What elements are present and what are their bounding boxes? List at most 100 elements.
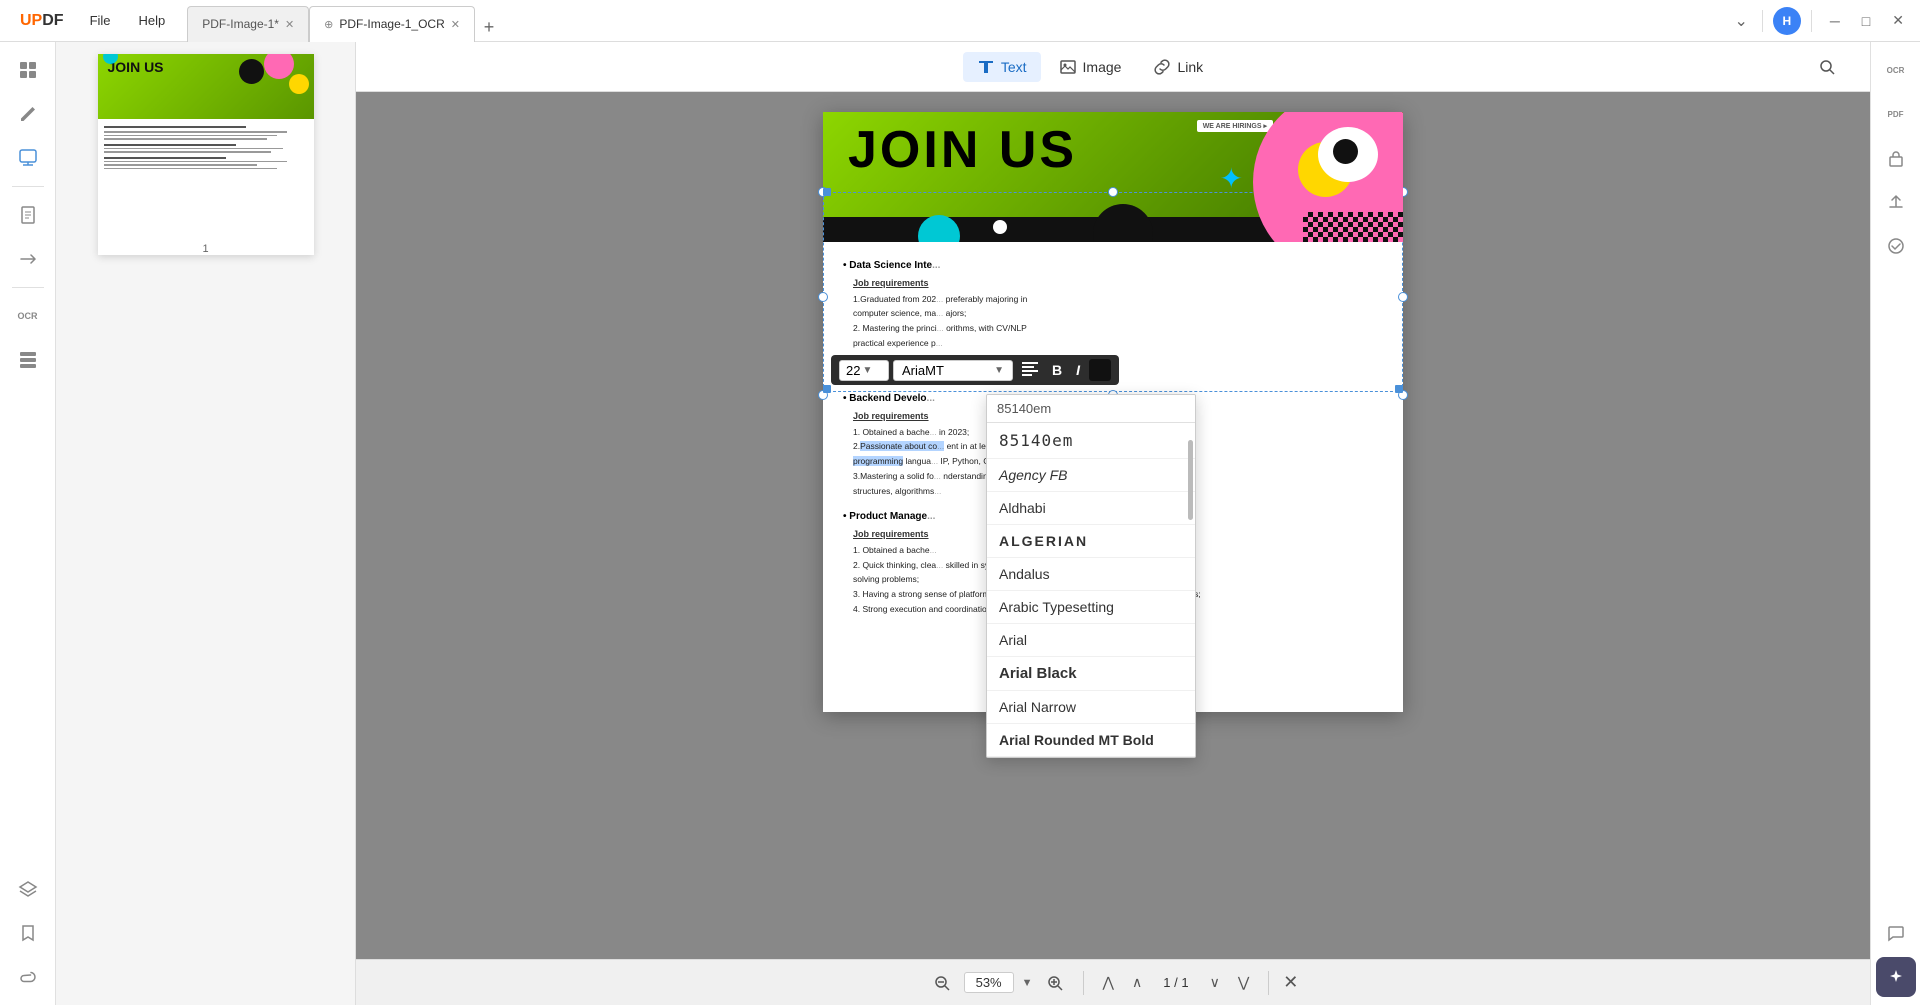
decor-star: ✦	[1220, 162, 1243, 195]
bold-button[interactable]: B	[1047, 360, 1067, 380]
right-sidebar-icon-lock[interactable]	[1876, 138, 1916, 178]
image-tool-button[interactable]: Image	[1045, 52, 1136, 82]
color-swatch[interactable]	[1089, 359, 1111, 381]
right-sidebar-icon-magic[interactable]	[1876, 957, 1916, 997]
link-tool-button[interactable]: Link	[1139, 52, 1217, 82]
app-logo[interactable]: UPDF	[8, 12, 76, 30]
resize-corner-tl[interactable]	[823, 188, 831, 196]
sidebar-icon-pages[interactable]	[8, 195, 48, 235]
image-icon	[1059, 58, 1077, 76]
align-icon	[1022, 362, 1038, 376]
font-item-algerian[interactable]: ALGERIAN	[987, 525, 1195, 558]
selected-text-2: programming	[853, 456, 903, 466]
sidebar-icon-layers[interactable]	[8, 869, 48, 909]
font-size-value: 22	[846, 363, 860, 378]
thumbnail-page-1[interactable]: JOIN US	[98, 54, 314, 255]
handle-mid-right[interactable]	[1398, 292, 1408, 302]
doc-text-ds-3: 2. Mastering the princi... orithms, with…	[853, 322, 1383, 335]
prev-page-button[interactable]: ∧	[1127, 972, 1147, 993]
tab-close-1[interactable]: ✕	[285, 18, 294, 31]
font-item-agency[interactable]: Agency FB	[987, 459, 1195, 492]
tab-close-2[interactable]: ✕	[451, 18, 460, 31]
zoom-level-display: 53%	[964, 972, 1014, 993]
page-wrapper: JOIN US WE ARE HIRINGS ▸	[823, 112, 1403, 939]
next-page-button[interactable]: ∨	[1205, 972, 1225, 993]
right-sidebar-icon-pdf[interactable]: PDF	[1876, 94, 1916, 134]
sidebar-icon-bookmark[interactable]	[8, 913, 48, 953]
search-button[interactable]	[1804, 52, 1850, 82]
resize-corner-bl[interactable]	[823, 385, 831, 393]
magic-icon	[1887, 968, 1905, 986]
page-canvas[interactable]: JOIN US WE ARE HIRINGS ▸	[356, 92, 1870, 959]
font-item-aldhabi[interactable]: Aldhabi	[987, 492, 1195, 525]
right-sidebar-icon-ocr[interactable]: OCR	[1876, 50, 1916, 90]
zoom-in-button[interactable]	[1041, 969, 1069, 997]
last-page-button[interactable]: ⋁	[1233, 972, 1254, 993]
font-search-input[interactable]	[987, 395, 1195, 423]
tab-pdf-image-1[interactable]: PDF-Image-1* ✕	[187, 6, 309, 42]
sidebar-icon-attach[interactable]	[8, 957, 48, 997]
sidebar-icon-edit[interactable]	[8, 94, 48, 134]
font-item-851[interactable]: 85140em	[987, 423, 1195, 459]
add-tab-button[interactable]: +	[475, 14, 503, 42]
menu-file[interactable]: File	[76, 0, 125, 42]
zoom-in-icon	[1047, 975, 1063, 991]
font-item-arial-rounded[interactable]: Arial Rounded MT Bold	[987, 724, 1195, 757]
first-page-button[interactable]: ⋀	[1098, 972, 1119, 993]
font-name-selector[interactable]: AriaMT ▼	[893, 360, 1013, 381]
tab-label: PDF-Image-1*	[202, 17, 279, 31]
align-button[interactable]	[1017, 360, 1043, 381]
font-size-selector[interactable]: 22 ▼	[839, 360, 889, 381]
handle-top-mid[interactable]	[1108, 187, 1118, 197]
user-avatar[interactable]: H	[1773, 7, 1801, 35]
current-page: 1	[1163, 975, 1170, 990]
sidebar-sep2	[12, 287, 44, 288]
sidebar-icon-annotate[interactable]	[8, 138, 48, 178]
font-item-arial-narrow[interactable]: Arial Narrow	[987, 691, 1195, 724]
title-bar: UPDF File Help PDF-Image-1* ✕ ⊕ PDF-Imag…	[0, 0, 1920, 42]
window-list-button[interactable]: ⌄	[1730, 7, 1751, 35]
close-button[interactable]: ✕	[1884, 8, 1912, 33]
font-name-arrow[interactable]: ▼	[994, 365, 1004, 376]
tabs-area: PDF-Image-1* ✕ ⊕ PDF-Image-1_OCR ✕ +	[187, 0, 1730, 42]
zoom-out-button[interactable]	[928, 969, 956, 997]
font-item-arial-black[interactable]: Arial Black	[987, 657, 1195, 691]
menu-help[interactable]: Help	[125, 0, 180, 42]
tab-pdf-image-1-ocr[interactable]: ⊕ PDF-Image-1_OCR ✕	[309, 6, 475, 42]
close-toolbar-button[interactable]: ✕	[1283, 972, 1298, 993]
handle-mid-left[interactable]	[818, 292, 828, 302]
font-size-arrow[interactable]: ▼	[862, 365, 872, 376]
zoom-dropdown-button[interactable]: ▼	[1022, 977, 1033, 989]
minimize-button[interactable]: ─	[1822, 9, 1848, 33]
font-item-arabic[interactable]: Arabic Typesetting	[987, 591, 1195, 624]
sidebar-icon-thumbnail[interactable]	[8, 50, 48, 90]
toolbar-separator-2	[1268, 971, 1269, 995]
right-sidebar-icon-comment[interactable]	[1876, 913, 1916, 953]
resize-corner-br[interactable]	[1395, 385, 1403, 393]
editor-toolbar: Text Image Link	[356, 42, 1870, 92]
right-sidebar-icon-upload[interactable]	[1876, 182, 1916, 222]
thumbnail-page-number: 1	[98, 243, 314, 255]
font-item-andalus[interactable]: Andalus	[987, 558, 1195, 591]
logo-up: UP	[20, 12, 42, 30]
image-label: Image	[1083, 59, 1122, 75]
decor-eye-area	[1318, 127, 1378, 182]
decor-checker	[1303, 212, 1403, 242]
title-bar-right: ⌄ H ─ □ ✕	[1730, 7, 1912, 35]
section-title-data-science: • Data Science Inte...	[843, 258, 1383, 273]
sidebar-icon-organize[interactable]	[8, 340, 48, 380]
format-toolbar: 22 ▼ AriaMT ▼	[831, 355, 1119, 385]
sidebar-icon-ocr[interactable]: OCR	[8, 296, 48, 336]
sidebar-icon-convert[interactable]	[8, 239, 48, 279]
thumbnail-image: JOIN US	[98, 54, 314, 239]
decor-white-circle	[993, 220, 1007, 234]
font-item-arial[interactable]: Arial	[987, 624, 1195, 657]
doc-header: JOIN US WE ARE HIRINGS ▸	[823, 112, 1403, 242]
font-scrollbar[interactable]	[1188, 440, 1193, 520]
text-tool-button[interactable]: Text	[963, 52, 1041, 82]
right-sidebar-icon-check[interactable]	[1876, 226, 1916, 266]
italic-button[interactable]: I	[1071, 360, 1085, 380]
right-sidebar: OCR PDF	[1870, 42, 1920, 1005]
maximize-button[interactable]: □	[1854, 9, 1878, 33]
thumbnail-panel: JOIN US	[56, 42, 356, 1005]
